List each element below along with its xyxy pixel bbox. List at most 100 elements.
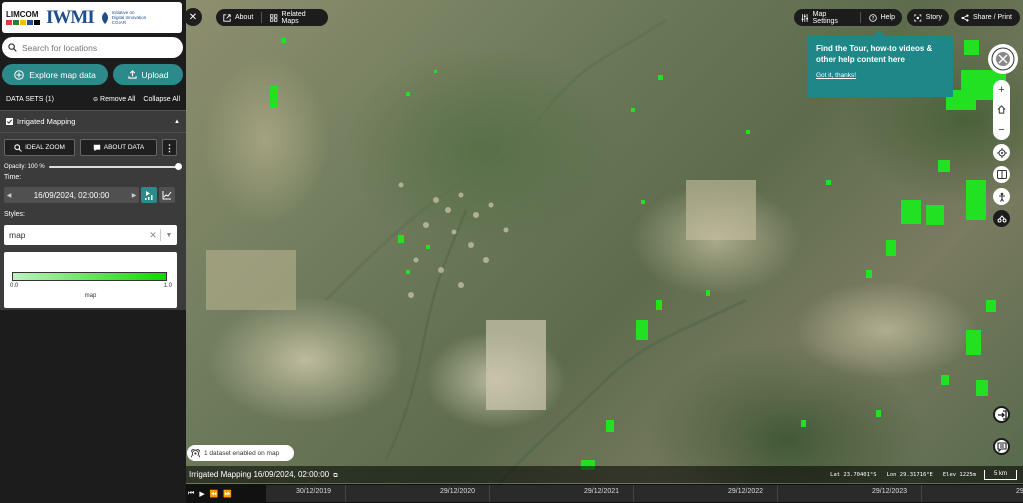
divider [261, 12, 263, 23]
app-root: LIMCOM IWMI Initiative on Digital Innova… [0, 0, 1023, 503]
help-icon: ? [868, 13, 877, 22]
more-options-button[interactable]: ⋮ [162, 139, 177, 156]
zoom-in-icon[interactable]: + [998, 85, 1004, 96]
scale-bar: 5 km [984, 469, 1017, 480]
play-chart-icon [145, 191, 153, 200]
time-selector[interactable]: ◀ 16/09/2024, 02:00:00 ▶ [4, 187, 139, 203]
chat-button[interactable] [993, 438, 1010, 455]
svg-text:?: ? [871, 16, 874, 22]
legend: 0.0 1.0 map [4, 252, 177, 308]
timeline-label: 29/12/2022 [728, 488, 764, 495]
crosshair-icon [996, 147, 1007, 158]
sliders-icon [801, 13, 809, 22]
play-icon[interactable]: ▶ [199, 490, 204, 498]
pedestrian-mode-button[interactable] [993, 188, 1010, 205]
timeline-tick [921, 485, 922, 502]
about-related-bar: About Related Maps [216, 9, 328, 26]
legend-min: 0.0 [10, 283, 19, 289]
current-dataset-label: Irrigated Mapping 16/09/2024, 02:00:00 [189, 469, 330, 479]
opacity-slider-handle[interactable] [175, 163, 182, 170]
chevron-down-icon[interactable]: ▼ [161, 232, 177, 239]
compass[interactable] [988, 44, 1018, 74]
ideal-zoom-button[interactable]: IDEAL ZOOM [4, 139, 75, 156]
close-sidebar-button[interactable]: ✕ [184, 8, 202, 26]
about-data-label: ABOUT DATA [103, 144, 145, 151]
share-icon [961, 13, 969, 22]
remove-all-button[interactable]: ⊖ Remove All [93, 96, 135, 103]
iwmi-logo: IWMI [46, 6, 95, 28]
related-maps-label: Related Maps [281, 10, 306, 25]
help-label: Help [880, 14, 895, 21]
skip-back-icon[interactable]: ⏮ [188, 490, 194, 498]
time-prev-icon[interactable]: ◀ [4, 192, 14, 199]
feedback-button[interactable] [993, 406, 1010, 423]
limcom-text: LIMCOM [6, 10, 39, 19]
comment-icon [93, 144, 100, 151]
dataset-header[interactable]: Irrigated Mapping ▲ [0, 111, 186, 133]
explore-map-data-button[interactable]: Explore map data [2, 64, 108, 85]
timeline-label: 29/12/2021 [584, 488, 620, 495]
opacity-slider[interactable] [48, 163, 182, 170]
map-settings-button[interactable]: Map Settings [801, 11, 852, 25]
zoom-out-icon[interactable]: − [998, 124, 1004, 135]
about-data-button[interactable]: ABOUT DATA [80, 139, 157, 156]
styles-select[interactable]: map ✕ ▼ [4, 225, 177, 245]
plus-circle-icon [14, 69, 24, 80]
coordinates-readout: Lat 23.70401°S Lon 29.31716°E Elev 1225m [830, 472, 976, 478]
signal-icon [191, 448, 200, 457]
chat-icon [996, 441, 1007, 452]
time-value: 16/09/2024, 02:00:00 [33, 190, 110, 200]
step-back-icon[interactable]: ⏪ [210, 490, 219, 498]
person-icon [998, 192, 1005, 202]
collapse-all-button[interactable]: Collapse All [143, 96, 180, 103]
line-chart-icon [162, 191, 172, 200]
tooltip-dismiss-link[interactable]: Got it, thanks! [816, 72, 944, 79]
upload-button[interactable]: Upload [113, 64, 183, 85]
cgiar-name: CGIAR [111, 20, 126, 25]
clear-icon[interactable]: ✕ [146, 230, 160, 241]
home-icon[interactable] [997, 105, 1006, 115]
grid-icon [270, 13, 278, 22]
dataset-panel: Irrigated Mapping ▲ IDEAL ZOOM ABOUT DAT… [0, 110, 186, 310]
related-maps-button[interactable]: Related Maps [270, 11, 321, 25]
datasets-title: DATA SETS (1) [6, 95, 54, 103]
checkbox-icon[interactable] [6, 118, 13, 125]
share-print-button[interactable]: Share / Print [954, 9, 1020, 26]
split-view-icon [996, 170, 1007, 179]
story-button[interactable]: Story [907, 9, 949, 26]
about-button[interactable]: About [223, 13, 253, 22]
open-external-icon[interactable]: ⧉ [333, 473, 337, 479]
split-view-button[interactable] [993, 166, 1010, 183]
search-box[interactable] [2, 37, 183, 58]
remove-icon: ⊖ [92, 96, 99, 103]
elevation: Elev 1225m [942, 471, 976, 478]
time-chart-button[interactable] [159, 187, 175, 203]
close-icon: ✕ [188, 11, 198, 23]
timeline-tick [777, 485, 778, 502]
timeline-track[interactable]: 30/12/2019 29/12/2020 29/12/2021 29/12/2022… [266, 485, 1023, 502]
measure-button[interactable] [993, 210, 1010, 227]
story-icon [914, 14, 922, 21]
datasets-header: DATA SETS (1) ⊖ Remove All Collapse All [0, 90, 186, 108]
map-info-strip: Irrigated Mapping 16/09/2024, 02:00:00 ⧉… [186, 466, 1023, 483]
limcom-logo: LIMCOM [6, 10, 40, 25]
locate-button[interactable] [993, 144, 1010, 161]
step-forward-icon[interactable]: ⏩ [223, 490, 232, 498]
timeline-label: 29/12/20 [1016, 488, 1023, 495]
timeline-label: 29/12/2020 [440, 488, 476, 495]
divider [859, 12, 861, 23]
limcom-flags [6, 20, 40, 25]
timeline-tick [633, 485, 634, 502]
datasets-enabled-chip[interactable]: 1 dataset enabled on map [187, 445, 294, 461]
remove-all-label: Remove All [100, 95, 136, 103]
time-next-icon[interactable]: ▶ [129, 192, 139, 199]
search-input[interactable] [22, 42, 172, 53]
chevron-up-icon[interactable]: ▲ [174, 119, 180, 125]
map-settings-label: Map Settings [812, 10, 838, 25]
latitude: Lat 23.70401°S [830, 471, 877, 478]
opacity-row: Opacity: 100 % [4, 162, 182, 172]
help-tooltip: Find the Tour, how-to videos & other hel… [807, 30, 953, 97]
time-animate-button[interactable] [141, 187, 157, 203]
styles-value: map [9, 230, 26, 240]
help-button[interactable]: ? Help [868, 13, 895, 22]
